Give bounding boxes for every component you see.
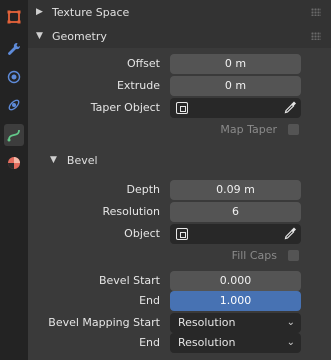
depth-field[interactable]: 0.09 m <box>170 180 301 200</box>
extrude-label: Extrude <box>116 79 160 92</box>
geometry-header[interactable]: ▼ Geometry <box>28 24 331 48</box>
mapping-start-label: Bevel Mapping Start <box>48 316 160 329</box>
tab-object[interactable] <box>4 6 24 28</box>
bevel-object-row: Object <box>28 224 331 244</box>
object-icon <box>7 10 21 24</box>
chevron-down-icon: ⌄ <box>286 317 295 328</box>
texture-space-label: Texture Space <box>52 5 130 19</box>
map-taper-row: Map Taper <box>28 120 331 140</box>
tab-particles[interactable] <box>4 66 24 88</box>
mapping-end-label: End <box>139 336 160 349</box>
map-taper-checkbox[interactable] <box>288 124 299 135</box>
fill-caps-label: Fill Caps <box>231 249 277 262</box>
offset-field[interactable]: 0 m <box>170 54 301 74</box>
chevron-down-icon: ⌄ <box>286 337 295 348</box>
bevel-label: Bevel <box>66 153 98 167</box>
eyedropper-icon[interactable] <box>283 226 297 242</box>
mapping-end-value: Resolution <box>178 336 236 349</box>
properties-tab-bar <box>0 0 28 360</box>
tab-physics[interactable] <box>4 94 24 116</box>
bevel-subheader[interactable]: ▼ Bevel <box>28 149 331 171</box>
bevel-object-label: Object <box>124 227 160 240</box>
object-data-icon <box>176 102 188 114</box>
taper-object-field[interactable] <box>170 98 301 118</box>
tab-material[interactable] <box>4 152 24 174</box>
depth-label: Depth <box>126 183 160 196</box>
drag-grip-icon[interactable] <box>311 8 321 16</box>
collapsed-triangle-icon: ▶ <box>36 7 43 17</box>
mapping-end-dropdown[interactable]: Resolution ⌄ <box>170 333 301 353</box>
wrench-icon <box>8 42 21 55</box>
map-taper-label: Map Taper <box>220 123 277 136</box>
resolution-field[interactable]: 6 <box>170 202 301 222</box>
mapping-start-value: Resolution <box>178 316 236 329</box>
offset-row: Offset 0 m <box>28 54 331 74</box>
expanded-triangle-icon: ▼ <box>50 155 57 165</box>
physics-icon <box>8 99 20 111</box>
curve-data-icon <box>7 129 20 142</box>
eyedropper-icon[interactable] <box>283 100 297 116</box>
mapping-start-row: Bevel Mapping Start Resolution ⌄ <box>28 313 331 333</box>
mapping-end-row: End Resolution ⌄ <box>28 333 331 353</box>
bevel-start-label: Bevel Start <box>98 274 160 287</box>
drag-grip-icon[interactable] <box>311 32 321 40</box>
material-icon <box>8 157 20 169</box>
bevel-object-field[interactable] <box>170 224 301 244</box>
resolution-row: Resolution 6 <box>28 202 331 222</box>
expanded-triangle-icon: ▼ <box>36 31 43 41</box>
particles-icon <box>7 70 21 84</box>
tab-modifiers[interactable] <box>4 38 24 60</box>
geometry-label: Geometry <box>52 29 107 43</box>
object-data-icon <box>176 228 188 240</box>
bevel-start-row: Bevel Start 0.000 <box>28 271 331 291</box>
extrude-row: Extrude 0 m <box>28 76 331 96</box>
depth-row: Depth 0.09 m <box>28 180 331 200</box>
offset-label: Offset <box>126 57 160 70</box>
bevel-start-field[interactable]: 0.000 <box>170 271 301 291</box>
bevel-end-label: End <box>139 294 160 307</box>
fill-caps-checkbox[interactable] <box>288 250 299 261</box>
taper-object-row: Taper Object <box>28 98 331 118</box>
bevel-end-field[interactable]: 1.000 <box>170 291 301 311</box>
fill-caps-row: Fill Caps <box>28 246 331 266</box>
curve-properties-panel: ▶ Texture Space ▼ Geometry Offset 0 m Ex… <box>28 0 331 360</box>
resolution-label: Resolution <box>102 205 160 218</box>
mapping-start-dropdown[interactable]: Resolution ⌄ <box>170 313 301 333</box>
tab-curve-data[interactable] <box>4 124 24 146</box>
bevel-end-row: End 1.000 <box>28 291 331 311</box>
texture-space-header[interactable]: ▶ Texture Space <box>28 0 331 24</box>
extrude-field[interactable]: 0 m <box>170 76 301 96</box>
taper-object-label: Taper Object <box>90 101 160 114</box>
